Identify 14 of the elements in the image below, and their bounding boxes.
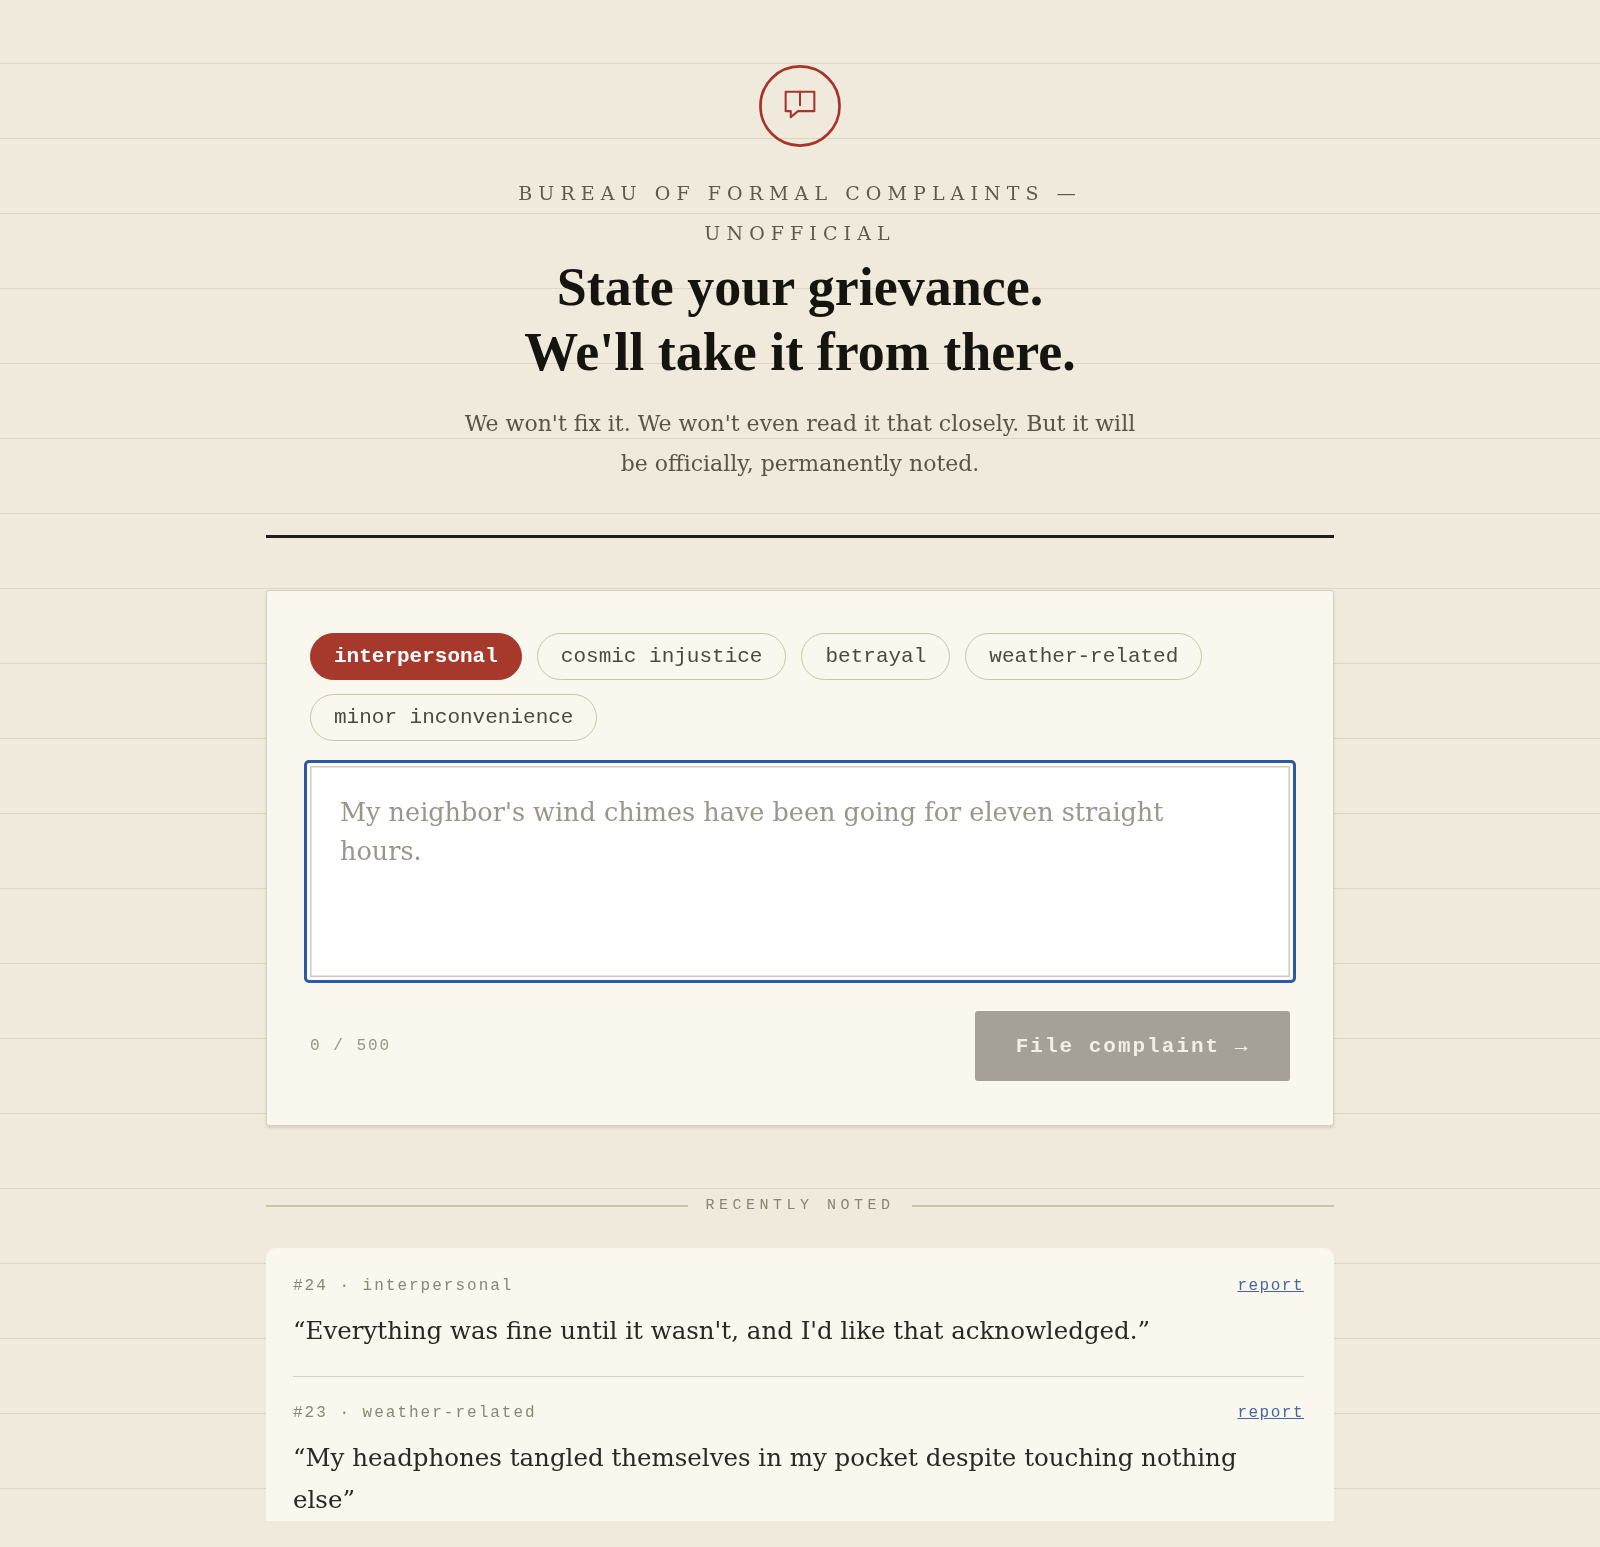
page-heading: State your grievance. We'll take it from there.: [524, 256, 1076, 384]
complaint-field[interactable]: My neighbor's wind chimes have been going for eleven straight hours.: [304, 760, 1296, 983]
report-link[interactable]: report: [1237, 1403, 1304, 1423]
complaint-meta: #23 · weather-related: [293, 1403, 537, 1423]
section-label: RECENTLY NOTED: [705, 1196, 895, 1216]
report-link[interactable]: report: [1237, 1276, 1304, 1296]
complaint-quote: “Everything was fine until it wasn't, and I'd like that acknowledged.”: [293, 1315, 1152, 1347]
category-tag[interactable]: interpersonal: [310, 633, 522, 680]
subtitle-text: We won't fix it. We won't even read it that closely. But it will be officially, permanently noted.: [463, 410, 1137, 478]
speech-bubble-icon: [759, 65, 841, 147]
complaint-quote: “My headphones tangled themselves in my pocket despite touching nothing else”: [293, 1442, 1238, 1516]
character-counter: 0 / 500: [310, 1037, 392, 1055]
eyebrow-text: BUREAU OF FORMAL COMPLAINTS — UNOFFICIAL: [517, 181, 1083, 246]
complaint-meta: #24 · interpersonal: [293, 1276, 514, 1296]
